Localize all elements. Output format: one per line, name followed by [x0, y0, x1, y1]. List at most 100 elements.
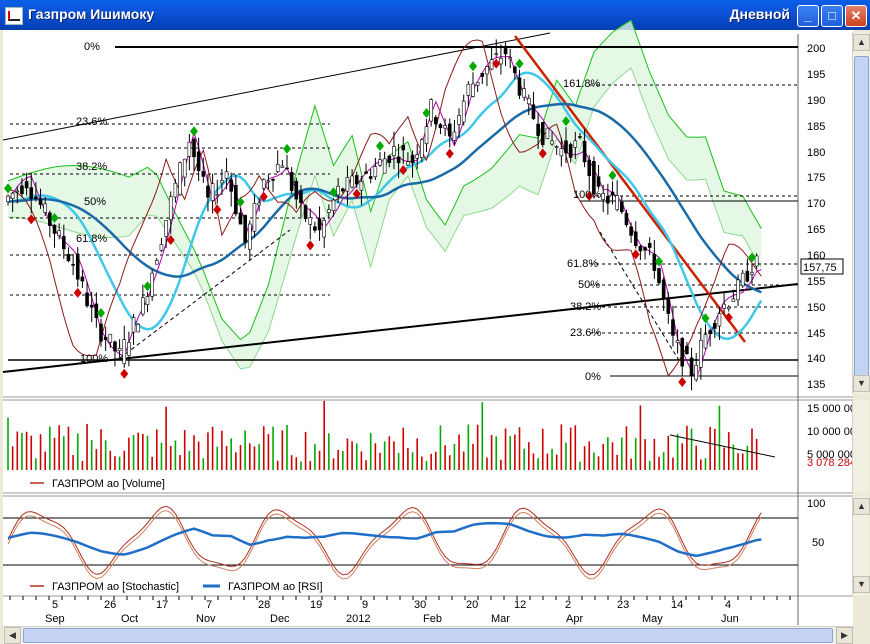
candle-body [38, 198, 43, 205]
price-tick-135: 135 [807, 379, 825, 391]
candle-body [206, 185, 210, 198]
rsi-legend: ГАЗПРОМ ао [RSI] [228, 581, 323, 593]
candle-body [643, 247, 647, 251]
price-tick-190: 190 [807, 95, 825, 107]
candle-body [378, 159, 382, 166]
candle-body [685, 345, 689, 355]
candle-body [234, 185, 238, 215]
osc-scroll-down-icon[interactable]: ▼ [853, 576, 870, 593]
candle-body [606, 196, 610, 204]
candle-body [564, 140, 568, 154]
candle-body [601, 193, 606, 200]
candle-body [587, 159, 592, 177]
candle-body [429, 99, 433, 122]
candle-body [159, 244, 164, 251]
candle-body [66, 254, 71, 262]
candle-body [350, 175, 354, 188]
candle-body [127, 342, 131, 356]
candle-body [252, 203, 257, 232]
candle-body [657, 268, 661, 284]
candle-body [466, 83, 471, 96]
osc-tick-50: 50 [812, 537, 824, 549]
candle-body [122, 339, 127, 365]
candle-body [745, 270, 750, 282]
scroll-left-icon[interactable]: ◀ [4, 627, 21, 644]
fib-upper-382: 38.2% [76, 161, 107, 173]
candle-body [410, 154, 415, 164]
volume-last-label: 3 078 284 [807, 457, 856, 469]
fib-lower-1618: 161.8% [563, 78, 601, 90]
date-month-9: May [642, 613, 663, 625]
price-tick-195: 195 [807, 69, 825, 81]
candle-body [722, 303, 726, 309]
time-scrollbar[interactable]: ◀ ▶ [3, 626, 853, 644]
price-tick-140: 140 [807, 353, 825, 365]
candle-body [666, 297, 671, 314]
fractal-up-marker [608, 170, 617, 181]
date-month-2: Oct [121, 613, 138, 625]
date-day-3: 17 [156, 599, 168, 611]
price-scroll-thumb[interactable] [854, 56, 869, 384]
candle-body [113, 341, 117, 352]
date-day-6: 19 [310, 599, 322, 611]
candle-body [396, 156, 401, 164]
volume-trendline [669, 434, 776, 458]
candle-body [406, 161, 410, 166]
price-tick-185: 185 [807, 121, 825, 133]
candle-body [150, 272, 154, 297]
candle-body [536, 123, 540, 136]
price-pane-scrollbar[interactable]: ▲ ▼ [852, 32, 870, 394]
scroll-right-icon[interactable]: ▶ [836, 627, 853, 644]
scroll-up-icon[interactable]: ▲ [853, 34, 870, 51]
candle-body [433, 117, 438, 125]
candle-body [155, 260, 159, 265]
volume-pane-scrollbar[interactable] [852, 400, 869, 492]
candle-body [173, 182, 178, 198]
last-price-label: 157,75 [803, 262, 837, 274]
candle-body [499, 58, 503, 65]
candle-body [261, 179, 266, 189]
fractal-up-marker [97, 307, 105, 318]
osc-pane-scrollbar[interactable]: ▲ ▼ [852, 496, 870, 596]
date-day-9: 20 [466, 599, 478, 611]
osc-scroll-up-icon[interactable]: ▲ [853, 498, 870, 515]
fractal-down-marker [631, 249, 640, 260]
candle-body [531, 104, 536, 119]
fractal-down-marker [306, 240, 315, 251]
candle-body [220, 180, 224, 184]
candle-body [596, 176, 601, 187]
candle-body [480, 72, 485, 77]
date-day-7: 9 [362, 599, 368, 611]
candle-body [52, 224, 57, 234]
candle-body [689, 357, 694, 377]
candle-body [415, 154, 420, 159]
candle-body [573, 140, 578, 148]
candle-body [257, 202, 261, 206]
support-trendline [2, 283, 799, 373]
fractal-down-marker [492, 58, 501, 69]
candle-body [373, 166, 378, 178]
fib-lower-382: 38.2% [570, 301, 601, 313]
candle-body [266, 180, 271, 183]
candle-body [368, 176, 373, 179]
scroll-down-icon[interactable]: ▼ [853, 375, 870, 392]
date-day-11: 2 [565, 599, 571, 611]
candle-body [699, 340, 703, 368]
candle-body [610, 191, 615, 196]
fib-lower-100: 100% [573, 189, 601, 201]
candle-body [317, 218, 322, 231]
candle-body [638, 246, 643, 252]
candle-body [85, 292, 89, 307]
chart-canvas: 0% 23.6% 38.2% 50% 61.8% 100% 161.8% 100… [2, 19, 862, 625]
candle-body [559, 148, 564, 157]
candle-body [308, 217, 313, 225]
candle-body [401, 145, 406, 151]
fractal-up-marker [515, 58, 524, 69]
time-scroll-thumb[interactable] [23, 628, 833, 643]
candle-body [503, 48, 508, 55]
fib-upper-0: 0% [84, 41, 100, 53]
candle-body [694, 365, 699, 381]
candle-body [387, 155, 392, 163]
candle-body [392, 146, 396, 156]
volume-legend: ГАЗПРОМ ао [Volume] [52, 478, 165, 490]
